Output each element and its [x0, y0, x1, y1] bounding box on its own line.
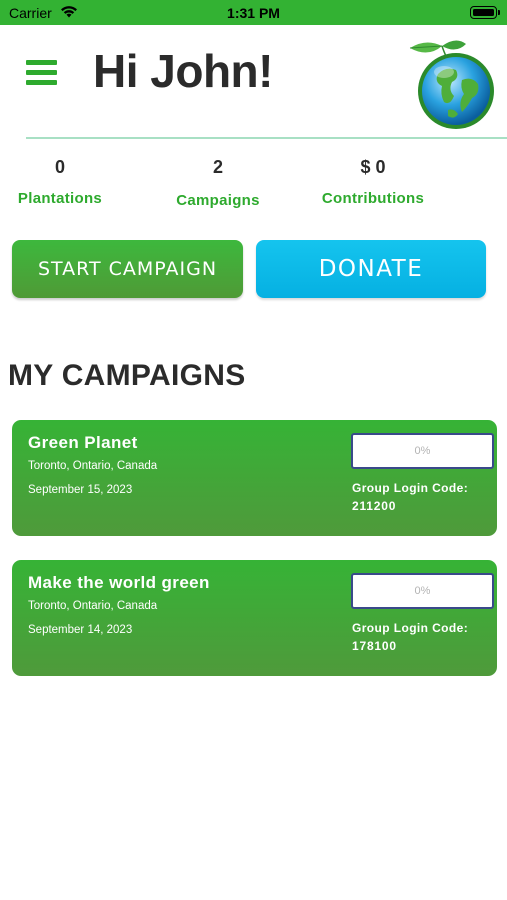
battery-icon — [470, 6, 500, 19]
campaign-card[interactable]: Green Planet Toronto, Ontario, Canada Se… — [12, 420, 497, 536]
group-login-code: 211200 — [352, 499, 397, 513]
start-campaign-button[interactable]: START CAMPAIGN — [12, 240, 243, 298]
greeting-title: Hi John! — [93, 45, 273, 97]
campaign-location: Toronto, Ontario, Canada — [28, 460, 158, 472]
stat-value: $ 0 — [360, 157, 386, 177]
stat-label: Plantations — [17, 190, 103, 207]
stat-contributions: $ 0 Contributions — [313, 157, 433, 207]
stat-value: 0 — [54, 157, 65, 177]
campaign-progress: 0% — [351, 433, 494, 469]
stat-plantations: 0 Plantations — [0, 157, 120, 207]
campaign-date: September 14, 2023 — [28, 624, 133, 636]
campaign-name: Make the world green — [28, 573, 210, 592]
donate-button[interactable]: DONATE — [256, 240, 486, 298]
section-title: MY CAMPAIGNS — [8, 359, 246, 392]
hamburger-menu-icon[interactable] — [26, 60, 57, 86]
campaign-card[interactable]: Make the world green Toronto, Ontario, C… — [12, 560, 497, 676]
campaign-date: September 15, 2023 — [28, 484, 133, 496]
status-time: 1:31 PM — [227, 5, 280, 21]
campaign-progress: 0% — [351, 573, 494, 609]
campaign-location: Toronto, Ontario, Canada — [28, 600, 158, 612]
status-bar: Carrier 1:31 PM — [0, 0, 507, 25]
group-login-code-label: Group Login Code: — [352, 621, 469, 635]
stat-label: Campaigns — [176, 192, 260, 209]
header-divider — [26, 137, 507, 139]
campaign-name: Green Planet — [28, 433, 138, 452]
stat-label: Contributions — [321, 190, 425, 207]
globe-with-leaves-logo — [404, 36, 498, 132]
group-login-code-label: Group Login Code: — [352, 481, 469, 495]
stat-campaigns: 2 Campaigns — [158, 157, 278, 209]
stat-value: 2 — [212, 157, 223, 177]
group-login-code: 178100 — [352, 639, 397, 653]
